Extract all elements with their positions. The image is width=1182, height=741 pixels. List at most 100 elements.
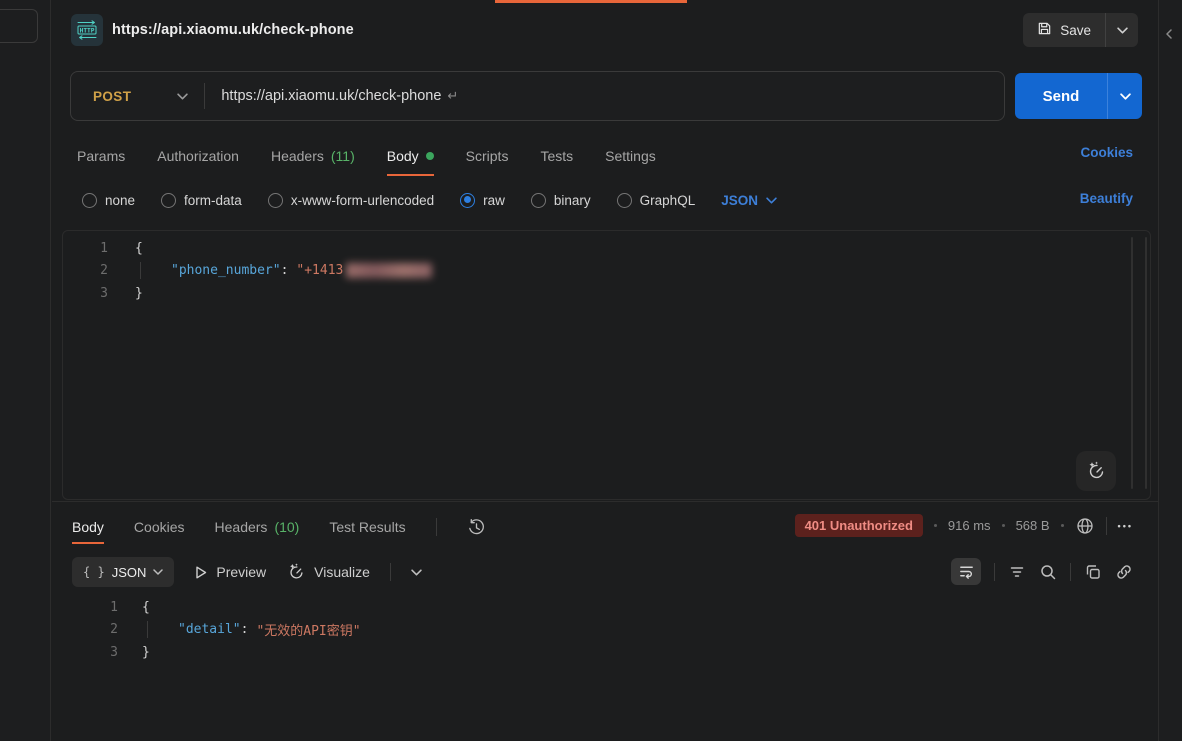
preview-button[interactable]: Preview <box>194 564 266 580</box>
json-key: "detail" <box>178 622 241 637</box>
url-input[interactable]: https://api.xiaomu.uk/check-phone <box>221 88 441 104</box>
toolbar-divider <box>390 563 391 581</box>
response-size[interactable]: 568 B <box>1016 518 1050 533</box>
status-badge[interactable]: 401 Unauthorized <box>795 514 923 537</box>
tools-divider <box>994 563 995 581</box>
tab-headers-label: Headers <box>271 148 324 164</box>
tab-headers[interactable]: Headers(11) <box>271 148 355 176</box>
response-status-bar: 401 Unauthorized 916 ms 568 B ••• <box>795 514 1133 537</box>
toolbar-chevron-down-icon[interactable] <box>411 569 422 576</box>
http-method-icon: HTTP <box>71 14 103 46</box>
tab-authorization[interactable]: Authorization <box>157 148 239 176</box>
radio-none <box>82 193 97 208</box>
tab-body-label: Body <box>387 148 419 164</box>
link-icon[interactable] <box>1115 563 1133 581</box>
body-type-binary[interactable]: binary <box>531 193 591 208</box>
response-body-viewer[interactable]: 1 { 2 "detail" : "无效的API密钥" 3 } <box>62 596 1151 664</box>
word-wrap-button[interactable] <box>951 558 981 585</box>
body-modified-dot <box>426 152 434 160</box>
sidebar-collapsed-panel[interactable] <box>0 9 38 43</box>
body-type-graphql[interactable]: GraphQL <box>617 193 696 208</box>
response-section-divider[interactable] <box>52 501 1158 502</box>
tab-params-label: Params <box>77 148 125 164</box>
send-button-group: Send <box>1015 73 1142 119</box>
tab-scripts-label: Scripts <box>466 148 509 164</box>
tab-tests-label: Tests <box>540 148 573 164</box>
language-chevron-down-icon <box>766 197 777 204</box>
dot-separator <box>1002 524 1005 527</box>
collapse-panel-icon[interactable] <box>1165 26 1174 44</box>
editor-scrollbar[interactable] <box>1131 237 1133 489</box>
response-format-selector[interactable]: { } JSON <box>72 557 174 587</box>
radio-form-data <box>161 193 176 208</box>
braces-icon: { } <box>83 565 105 579</box>
visualize-button[interactable]: Visualize <box>286 562 370 582</box>
panel-scrollbar[interactable] <box>1145 237 1147 489</box>
enter-hint-icon: ↵ <box>447 88 458 104</box>
json-colon: : <box>281 263 289 278</box>
tab-authorization-label: Authorization <box>157 148 239 164</box>
tab-settings[interactable]: Settings <box>605 148 656 176</box>
preview-label: Preview <box>216 564 266 580</box>
body-type-raw-label: raw <box>483 193 505 208</box>
active-request-tab-indicator <box>495 0 687 3</box>
method-chevron-down-icon[interactable] <box>177 93 188 100</box>
dot-separator <box>1061 524 1064 527</box>
postbot-ai-button[interactable] <box>1076 451 1116 491</box>
body-type-none-label: none <box>105 193 135 208</box>
save-button[interactable]: Save <box>1023 21 1105 39</box>
response-tabs: Body Cookies Headers(10) Test Results <box>62 508 486 546</box>
response-tab-cookies-label: Cookies <box>134 519 185 535</box>
code-line-3: 3 } <box>63 282 1150 305</box>
copy-icon[interactable] <box>1084 563 1102 581</box>
tools-divider <box>1070 563 1071 581</box>
response-tab-body[interactable]: Body <box>72 510 104 544</box>
body-type-urlencoded[interactable]: x-www-form-urlencoded <box>268 193 434 208</box>
search-icon[interactable] <box>1039 563 1057 581</box>
beautify-link[interactable]: Beautify <box>1080 191 1133 206</box>
cookies-link[interactable]: Cookies <box>1080 145 1133 160</box>
code-line-1: 1 { <box>62 596 1151 619</box>
request-body-editor[interactable]: 1 { 2 "phone_number" : "+1413 3 } <box>62 230 1151 500</box>
response-more-options[interactable]: ••• <box>1118 521 1133 531</box>
body-type-form-data[interactable]: form-data <box>161 193 242 208</box>
json-value-visible: "+1413 <box>296 263 343 278</box>
response-tab-test-results[interactable]: Test Results <box>329 510 405 544</box>
tab-params[interactable]: Params <box>77 148 125 176</box>
request-header: HTTP https://api.xiaomu.uk/check-phone S… <box>52 0 1158 58</box>
radio-graphql <box>617 193 632 208</box>
response-history-icon[interactable] <box>467 518 486 537</box>
tab-scripts[interactable]: Scripts <box>466 148 509 176</box>
play-icon <box>194 565 208 580</box>
filter-icon[interactable] <box>1008 563 1026 581</box>
response-format-label: JSON <box>112 565 147 580</box>
method-selector[interactable]: POST <box>71 89 131 104</box>
code-line-3: 3 } <box>62 641 1151 664</box>
api-client-window: HTTP https://api.xiaomu.uk/check-phone S… <box>0 0 1182 741</box>
raw-language-selector[interactable]: JSON <box>721 193 777 208</box>
code-line-2: 2 "phone_number" : "+1413 <box>63 260 1150 283</box>
body-type-raw[interactable]: raw <box>460 193 505 208</box>
network-globe-icon[interactable] <box>1075 516 1095 536</box>
tab-settings-label: Settings <box>605 148 656 164</box>
json-key: "phone_number" <box>171 263 281 278</box>
json-colon: : <box>241 622 249 637</box>
send-button[interactable]: Send <box>1015 88 1107 105</box>
tab-tests[interactable]: Tests <box>540 148 573 176</box>
line-number: 2 <box>63 263 108 278</box>
body-type-form-data-label: form-data <box>184 193 242 208</box>
body-type-none[interactable]: none <box>82 193 135 208</box>
code-line-2: 2 "detail" : "无效的API密钥" <box>62 619 1151 642</box>
open-brace: { <box>135 241 143 256</box>
response-tab-headers[interactable]: Headers(10) <box>215 510 300 544</box>
save-options-button[interactable] <box>1106 27 1138 34</box>
response-tab-headers-label: Headers <box>215 519 268 535</box>
response-tab-test-results-label: Test Results <box>329 519 405 535</box>
tab-body[interactable]: Body <box>387 148 434 176</box>
request-tabs: Params Authorization Headers(11) Body Sc… <box>62 134 656 176</box>
response-tab-cookies[interactable]: Cookies <box>134 510 185 544</box>
save-button-label: Save <box>1060 23 1091 38</box>
response-toolbar: { } JSON Preview Visualize <box>62 555 422 589</box>
send-options-button[interactable] <box>1108 93 1142 100</box>
response-time[interactable]: 916 ms <box>948 518 991 533</box>
